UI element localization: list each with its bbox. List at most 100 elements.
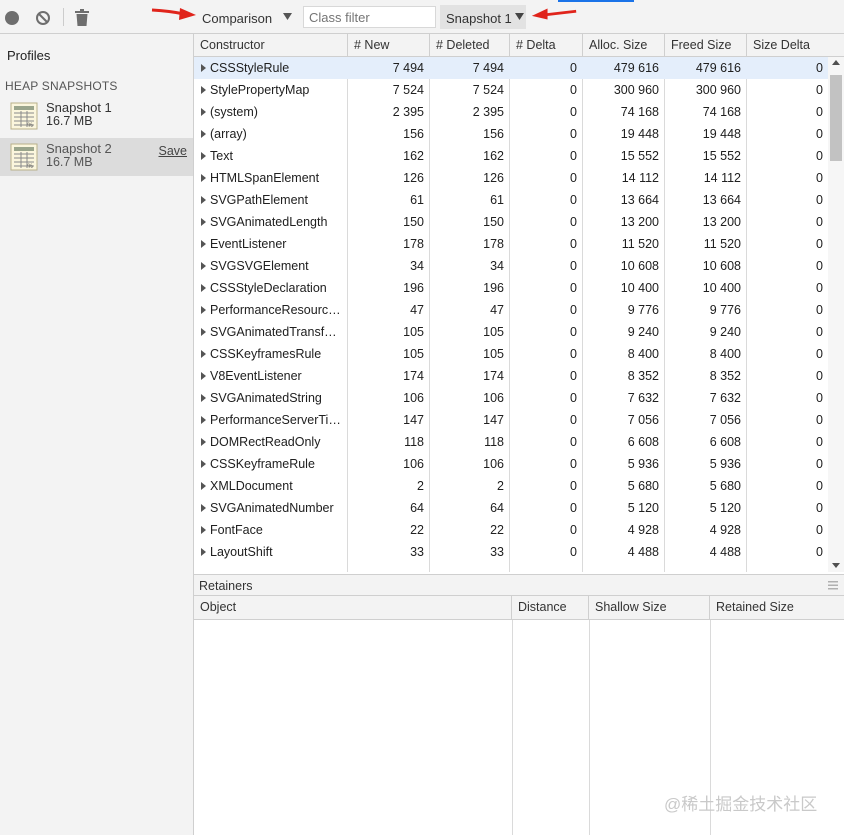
expand-triangle-icon[interactable]	[201, 504, 206, 512]
expand-triangle-icon[interactable]	[201, 482, 206, 490]
snapshot-item-1[interactable]: % Snapshot 1 16.7 MB	[0, 97, 193, 135]
table-row[interactable]: DOMRectReadOnly 118 118 0 6 608 6 608 0	[194, 431, 828, 453]
table-row[interactable]: CSSStyleRule 7 494 7 494 0 479 616 479 616 0	[194, 57, 828, 79]
expand-triangle-icon[interactable]	[201, 218, 206, 226]
cell-size-delta: 0	[816, 105, 823, 119]
table-row[interactable]: PerformanceServerTi… 147 147 0 7 056 7 056 0	[194, 409, 828, 431]
cell-delta: 0	[570, 127, 577, 141]
expand-triangle-icon[interactable]	[201, 372, 206, 380]
table-row[interactable]: SVGSVGElement 34 34 0 10 608 10 608 0	[194, 255, 828, 277]
cell-deleted: 105	[483, 325, 504, 339]
expand-triangle-icon[interactable]	[201, 86, 206, 94]
table-row[interactable]: SVGAnimatedLength 150 150 0 13 200 13 200 0	[194, 211, 828, 233]
cell-delta: 0	[570, 347, 577, 361]
column-header-delta[interactable]: # Delta	[510, 34, 583, 57]
expand-triangle-icon[interactable]	[201, 196, 206, 204]
expand-triangle-icon[interactable]	[201, 174, 206, 182]
base-snapshot-select[interactable]: Snapshot 1	[440, 5, 526, 29]
table-row[interactable]: SVGAnimatedTransf… 105 105 0 9 240 9 240 0	[194, 321, 828, 343]
table-row[interactable]: SVGAnimatedString 106 106 0 7 632 7 632 0	[194, 387, 828, 409]
column-header-shallow-size[interactable]: Shallow Size	[589, 596, 710, 620]
column-header-freed-size[interactable]: Freed Size	[665, 34, 747, 57]
toolbar-divider	[63, 8, 64, 26]
expand-triangle-icon[interactable]	[201, 64, 206, 72]
expand-triangle-icon[interactable]	[201, 460, 206, 468]
cell-deleted: 61	[490, 193, 504, 207]
cell-delta: 0	[570, 435, 577, 449]
table-row[interactable]: EventListener 178 178 0 11 520 11 520 0	[194, 233, 828, 255]
table-row[interactable]: SVGAnimatedNumber 64 64 0 5 120 5 120 0	[194, 497, 828, 519]
cell-delta: 0	[570, 83, 577, 97]
expand-triangle-icon[interactable]	[201, 306, 206, 314]
table-row[interactable]: (system) 2 395 2 395 0 74 168 74 168 0	[194, 101, 828, 123]
cell-constructor: SVGAnimatedTransf…	[194, 321, 347, 343]
column-header-size-delta[interactable]: Size Delta	[747, 34, 844, 57]
expand-triangle-icon[interactable]	[201, 240, 206, 248]
expand-triangle-icon[interactable]	[201, 130, 206, 138]
expand-triangle-icon[interactable]	[201, 548, 206, 556]
retainers-bar: Retainers	[194, 574, 844, 596]
expand-triangle-icon[interactable]	[201, 262, 206, 270]
scroll-up-arrow-icon[interactable]	[832, 60, 840, 65]
constructor-name: PerformanceServerTi…	[210, 413, 341, 427]
snapshot-name: Snapshot 2	[46, 141, 112, 156]
table-row[interactable]: (array) 156 156 0 19 448 19 448 0	[194, 123, 828, 145]
expand-triangle-icon[interactable]	[201, 438, 206, 446]
cell-alloc-size: 19 448	[620, 127, 659, 141]
cell-freed-size: 7 632	[709, 391, 741, 405]
clear-icon[interactable]	[35, 10, 51, 26]
cell-alloc-size: 8 400	[627, 347, 659, 361]
column-header-new[interactable]: # New	[348, 34, 430, 57]
record-icon[interactable]	[5, 11, 19, 25]
cell-size-delta: 0	[816, 501, 823, 515]
expand-triangle-icon[interactable]	[201, 526, 206, 534]
table-row[interactable]: LayoutShift 33 33 0 4 488 4 488 0	[194, 541, 828, 563]
resize-grip-icon[interactable]	[828, 581, 838, 590]
cell-constructor: SVGPathElement	[194, 189, 347, 211]
constructor-name: (array)	[210, 127, 247, 141]
grid-body: CSSStyleRule 7 494 7 494 0 479 616 479 616 0 St…	[194, 57, 844, 572]
expand-triangle-icon[interactable]	[201, 284, 206, 292]
expand-triangle-icon[interactable]	[201, 416, 206, 424]
grid-scrollbar[interactable]	[828, 57, 844, 572]
column-header-distance[interactable]: Distance	[512, 596, 589, 620]
scroll-down-arrow-icon[interactable]	[832, 563, 840, 568]
cell-delta: 0	[570, 325, 577, 339]
view-mode-select[interactable]: Comparison	[196, 5, 300, 29]
table-row[interactable]: CSSStyleDeclaration 196 196 0 10 400 10 400 0	[194, 277, 828, 299]
expand-triangle-icon[interactable]	[201, 394, 206, 402]
trash-icon[interactable]	[75, 9, 89, 26]
table-row[interactable]: HTMLSpanElement 126 126 0 14 112 14 112 0	[194, 167, 828, 189]
expand-triangle-icon[interactable]	[201, 350, 206, 358]
table-row[interactable]: CSSKeyframesRule 105 105 0 8 400 8 400 0	[194, 343, 828, 365]
cell-size-delta: 0	[816, 61, 823, 75]
table-row[interactable]: FontFace 22 22 0 4 928 4 928 0	[194, 519, 828, 541]
table-row[interactable]: SVGPathElement 61 61 0 13 664 13 664 0	[194, 189, 828, 211]
snapshot-item-2[interactable]: % Snapshot 2 16.7 MB Save	[0, 138, 193, 176]
table-row[interactable]: PerformanceResourc… 47 47 0 9 776 9 776 0	[194, 299, 828, 321]
expand-triangle-icon[interactable]	[201, 152, 206, 160]
column-header-object[interactable]: Object	[194, 596, 512, 620]
constructor-name: FontFace	[210, 523, 263, 537]
expand-triangle-icon[interactable]	[201, 108, 206, 116]
column-header-constructor[interactable]: Constructor	[194, 34, 348, 57]
table-row[interactable]: CSSKeyframeRule 106 106 0 5 936 5 936 0	[194, 453, 828, 475]
expand-triangle-icon[interactable]	[201, 328, 206, 336]
column-header-deleted[interactable]: # Deleted	[430, 34, 510, 57]
table-row[interactable]: Text 162 162 0 15 552 15 552 0	[194, 145, 828, 167]
scrollbar-thumb[interactable]	[830, 75, 842, 161]
class-filter-input[interactable]	[303, 6, 436, 28]
cell-freed-size: 300 960	[695, 83, 741, 97]
cell-size-delta: 0	[816, 171, 823, 185]
active-tab-indicator	[558, 0, 634, 2]
column-header-alloc-size[interactable]: Alloc. Size	[583, 34, 665, 57]
table-row[interactable]: V8EventListener 174 174 0 8 352 8 352 0	[194, 365, 828, 387]
save-snapshot-link[interactable]: Save	[159, 144, 188, 158]
constructor-name: EventListener	[210, 237, 287, 251]
chevron-down-icon	[515, 13, 524, 20]
table-row[interactable]: StylePropertyMap 7 524 7 524 0 300 960 300 96…	[194, 79, 828, 101]
column-header-retained-size[interactable]: Retained Size	[710, 596, 844, 620]
cell-new: 7 494	[392, 61, 424, 75]
cell-deleted: 7 524	[472, 83, 504, 97]
table-row[interactable]: XMLDocument 2 2 0 5 680 5 680 0	[194, 475, 828, 497]
